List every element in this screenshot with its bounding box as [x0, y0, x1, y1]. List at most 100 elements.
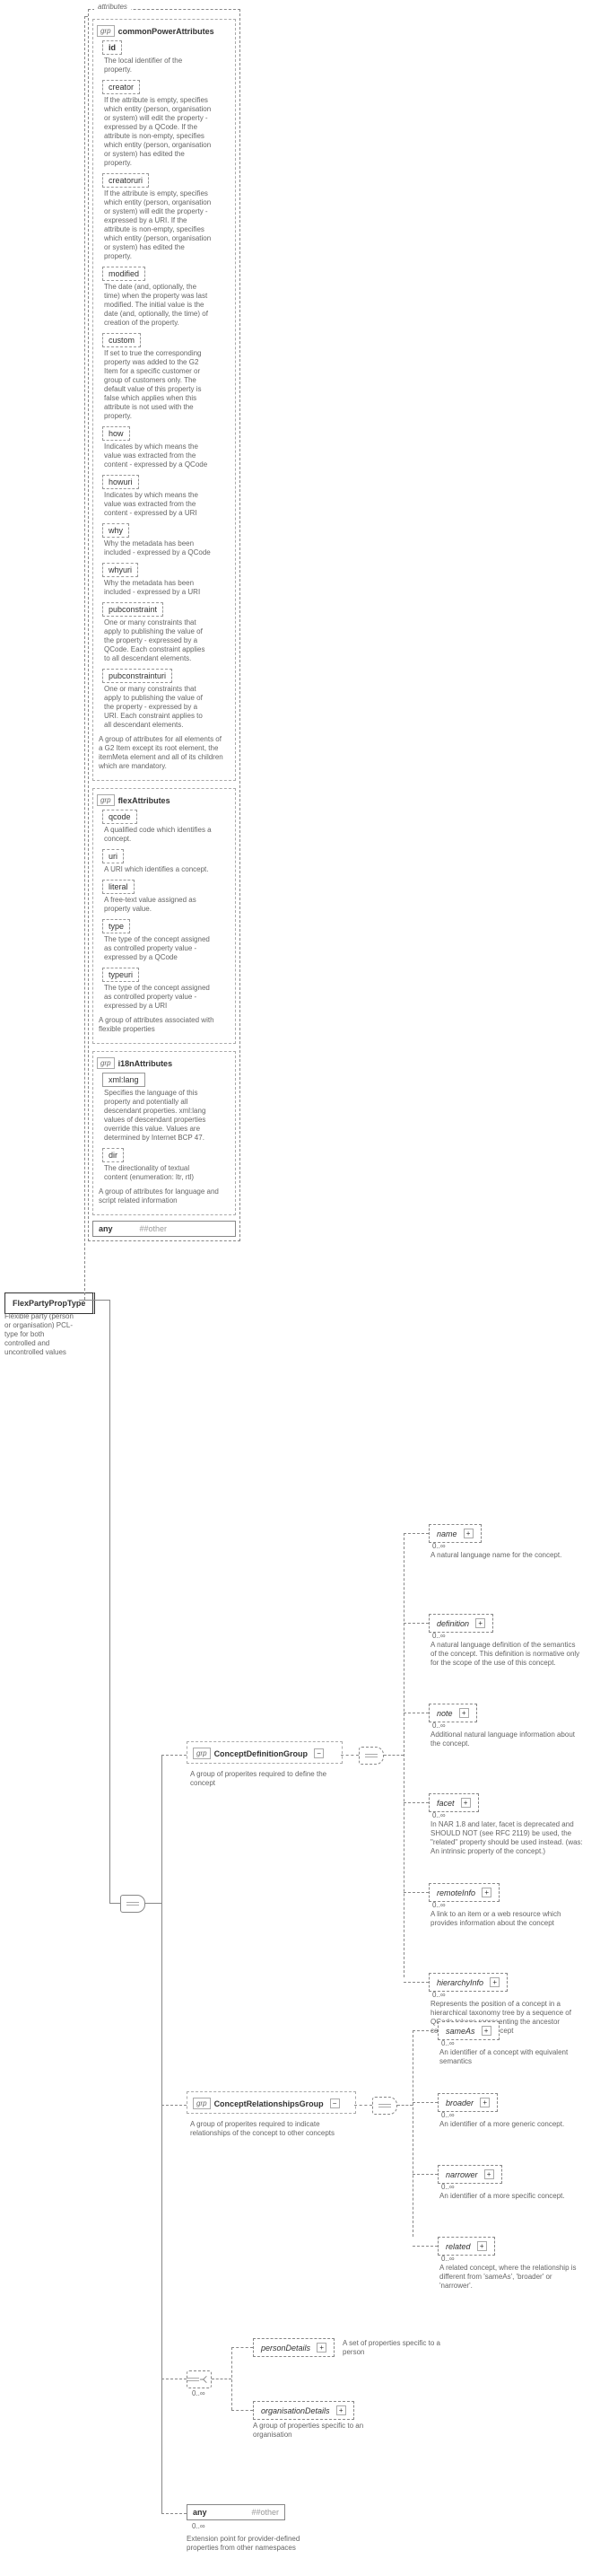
attribute-desc: The date (and, optionally, the time) whe…	[104, 283, 212, 328]
attribute-desc: A free-text value assigned as property v…	[104, 896, 212, 914]
element-label: broader	[446, 2098, 474, 2107]
element-any-other[interactable]: any ##other	[187, 2504, 285, 2520]
element-desc: A set of properties specific to a person	[343, 2339, 459, 2357]
expand-icon[interactable]: +	[475, 1618, 485, 1628]
group-title: flexAttributes	[118, 796, 170, 805]
cardinality: 0..∞	[432, 1991, 446, 1999]
element-label: related	[446, 2242, 471, 2251]
attribute-desc: Indicates by which means the value was e…	[104, 442, 212, 469]
element-desc: An identifier of a more specific concept…	[439, 2192, 583, 2201]
attribute-desc: Specifies the language of this property …	[104, 1089, 212, 1143]
group-commonPowerAttributes[interactable]: grp commonPowerAttributes	[97, 25, 231, 37]
element-note[interactable]: note+	[429, 1704, 477, 1722]
group-desc: A group of attributes associated with fl…	[99, 1016, 224, 1034]
attribute-desc: One or many constraints that apply to pu…	[104, 618, 212, 663]
expand-icon[interactable]: +	[461, 1798, 471, 1808]
root-type[interactable]: FlexPartyPropType	[4, 1292, 95, 1314]
expand-icon[interactable]: +	[484, 2169, 494, 2179]
element-hierarchyInfo[interactable]: hierarchyInfo +	[429, 1973, 508, 1992]
attribute-xmllang[interactable]: xml:lang	[102, 1073, 145, 1087]
element-definition[interactable]: definition+	[429, 1614, 493, 1633]
expand-icon[interactable]: +	[490, 1977, 500, 1987]
element-label: remoteInfo	[437, 1888, 475, 1897]
group-desc: A group of attributes for all elements o…	[99, 735, 224, 771]
attribute-creatoruri[interactable]: creatoruri	[102, 173, 149, 188]
sequence-compositor[interactable]	[120, 1895, 145, 1913]
group-i18nAttributes[interactable]: grp i18nAttributes	[97, 1057, 231, 1069]
cardinality: 0..∞	[432, 1722, 446, 1730]
element-desc: Additional natural language information …	[430, 1730, 583, 1748]
choice-compositor[interactable]	[187, 2370, 212, 2388]
cardinality: 0..∞	[432, 1811, 446, 1819]
group-flexAttributes[interactable]: grp flexAttributes	[97, 794, 231, 806]
attribute-desc: A qualified code which identifies a conc…	[104, 826, 212, 844]
attributes-title: attributes	[94, 3, 131, 11]
cardinality: 0..∞	[192, 2389, 205, 2397]
grp-badge: grp	[193, 2098, 211, 2109]
element-label: hierarchyInfo	[437, 1978, 483, 1987]
element-organisationDetails[interactable]: organisationDetails +	[253, 2401, 354, 2420]
attribute-dir[interactable]: dir	[102, 1148, 124, 1162]
attribute-id[interactable]: id	[102, 40, 122, 55]
group-desc: A group of properites required to define…	[190, 1770, 329, 1788]
attribute-desc: If set to true the corresponding propert…	[104, 349, 212, 421]
attribute-pubconstrainturi[interactable]: pubconstrainturi	[102, 669, 172, 683]
element-desc: An identifier of a concept with equivale…	[439, 2048, 583, 2066]
cardinality: 0..∞	[441, 2183, 455, 2191]
expand-icon[interactable]: +	[477, 2241, 487, 2251]
element-remoteInfo[interactable]: remoteInfo +	[429, 1883, 500, 1902]
element-desc: A related concept, where the relationshi…	[439, 2264, 583, 2291]
element-related[interactable]: related +	[438, 2237, 495, 2256]
attribute-whyuri[interactable]: whyuri	[102, 563, 138, 577]
attribute-desc: The type of the concept assigned as cont…	[104, 935, 212, 962]
attribute-literal[interactable]: literal	[102, 880, 135, 894]
element-broader[interactable]: broader +	[438, 2093, 498, 2112]
sequence-compositor[interactable]	[359, 1747, 384, 1765]
element-desc: A group of properties specific to an org…	[253, 2422, 378, 2440]
attribute-howuri[interactable]: howuri	[102, 475, 139, 489]
attribute-type[interactable]: type	[102, 919, 130, 933]
expand-icon[interactable]: −	[314, 1748, 324, 1758]
expand-icon[interactable]: +	[480, 2098, 490, 2107]
attribute-desc: The local identifier of the property.	[104, 57, 212, 74]
attribute-qcode[interactable]: qcode	[102, 810, 137, 824]
any-other-ns: ##other	[140, 1224, 168, 1233]
any-label: any	[99, 1224, 113, 1233]
sequence-compositor[interactable]	[372, 2097, 397, 2115]
attribute-typeuri[interactable]: typeuri	[102, 968, 139, 982]
element-desc: An identifier of a more generic concept.	[439, 2120, 583, 2129]
expand-icon[interactable]: +	[482, 2026, 491, 2036]
expand-icon[interactable]: +	[482, 1888, 491, 1897]
any-label: any	[193, 2508, 207, 2517]
element-label: facet	[437, 1799, 455, 1808]
element-narrower[interactable]: narrower+	[438, 2165, 502, 2184]
expand-icon[interactable]: +	[317, 2343, 326, 2353]
group-title: ConceptDefinitionGroup	[214, 1749, 309, 1758]
attribute-why[interactable]: why	[102, 523, 129, 538]
element-name[interactable]: name+	[429, 1524, 482, 1543]
attribute-custom[interactable]: custom	[102, 333, 141, 347]
grp-badge: grp	[97, 1057, 115, 1069]
cardinality: 0..∞	[432, 1901, 446, 1909]
expand-icon[interactable]: +	[464, 1529, 474, 1538]
group-ConceptDefinitionGroup[interactable]: grp ConceptDefinitionGroup −	[187, 1741, 343, 1764]
attribute-how[interactable]: how	[102, 426, 130, 441]
cardinality: 0..∞	[441, 2111, 455, 2119]
group-ConceptRelationshipsGroup[interactable]: grp ConceptRelationshipsGroup −	[187, 2091, 356, 2114]
expand-icon[interactable]: +	[459, 1708, 469, 1718]
element-sameAs[interactable]: sameAs+	[438, 2021, 500, 2040]
attribute-uri[interactable]: uri	[102, 849, 124, 863]
attribute-modified[interactable]: modified	[102, 267, 145, 281]
expand-icon[interactable]: +	[336, 2405, 346, 2415]
group-title: commonPowerAttributes	[118, 27, 214, 36]
element-desc: A natural language definition of the sem…	[430, 1641, 583, 1668]
expand-icon[interactable]: −	[330, 2098, 340, 2108]
grp-badge: grp	[97, 25, 115, 37]
attribute-any-other[interactable]: any ##other	[92, 1221, 236, 1237]
attribute-creator[interactable]: creator	[102, 80, 140, 94]
element-facet[interactable]: facet +	[429, 1793, 479, 1812]
attributes-container: attributes grp commonPowerAttributes idT…	[88, 9, 240, 1241]
attribute-pubconstraint[interactable]: pubconstraint	[102, 602, 163, 617]
element-personDetails[interactable]: personDetails +	[253, 2338, 335, 2357]
any-other-ns: ##other	[252, 2508, 280, 2517]
